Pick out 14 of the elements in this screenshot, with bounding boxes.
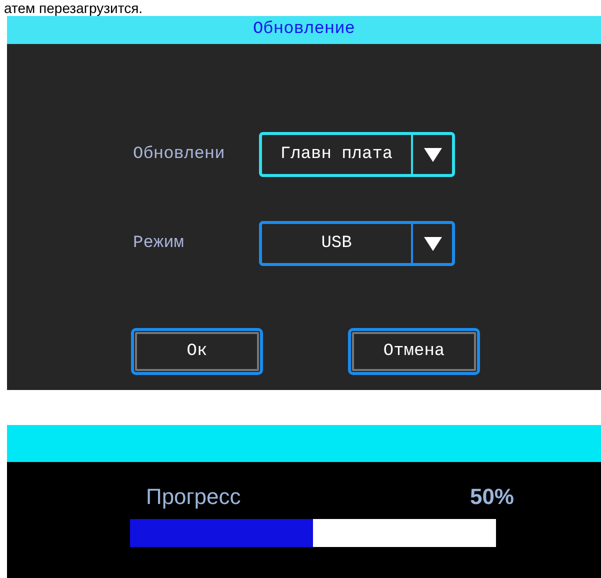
caption-text: атем перезагрузится. [3, 0, 144, 16]
dialog-title: Обновление [252, 19, 356, 42]
dialog-button[interactable]: Ок [131, 328, 263, 375]
dropdown-value: Главн плата [279, 144, 394, 166]
caret-icon [422, 146, 442, 162]
dropdown-value: USB [320, 232, 353, 255]
progress-reading: 50% [470, 483, 514, 511]
field-label: Режим [132, 232, 186, 255]
caret-icon [422, 236, 442, 252]
progress-label: Прогресс [145, 483, 241, 511]
dialog-button[interactable]: Отмена [348, 328, 480, 375]
field-label: Обновлени [132, 144, 226, 166]
dropdown[interactable]: USB [259, 221, 455, 266]
dropdown[interactable]: Главн плата [259, 132, 455, 177]
